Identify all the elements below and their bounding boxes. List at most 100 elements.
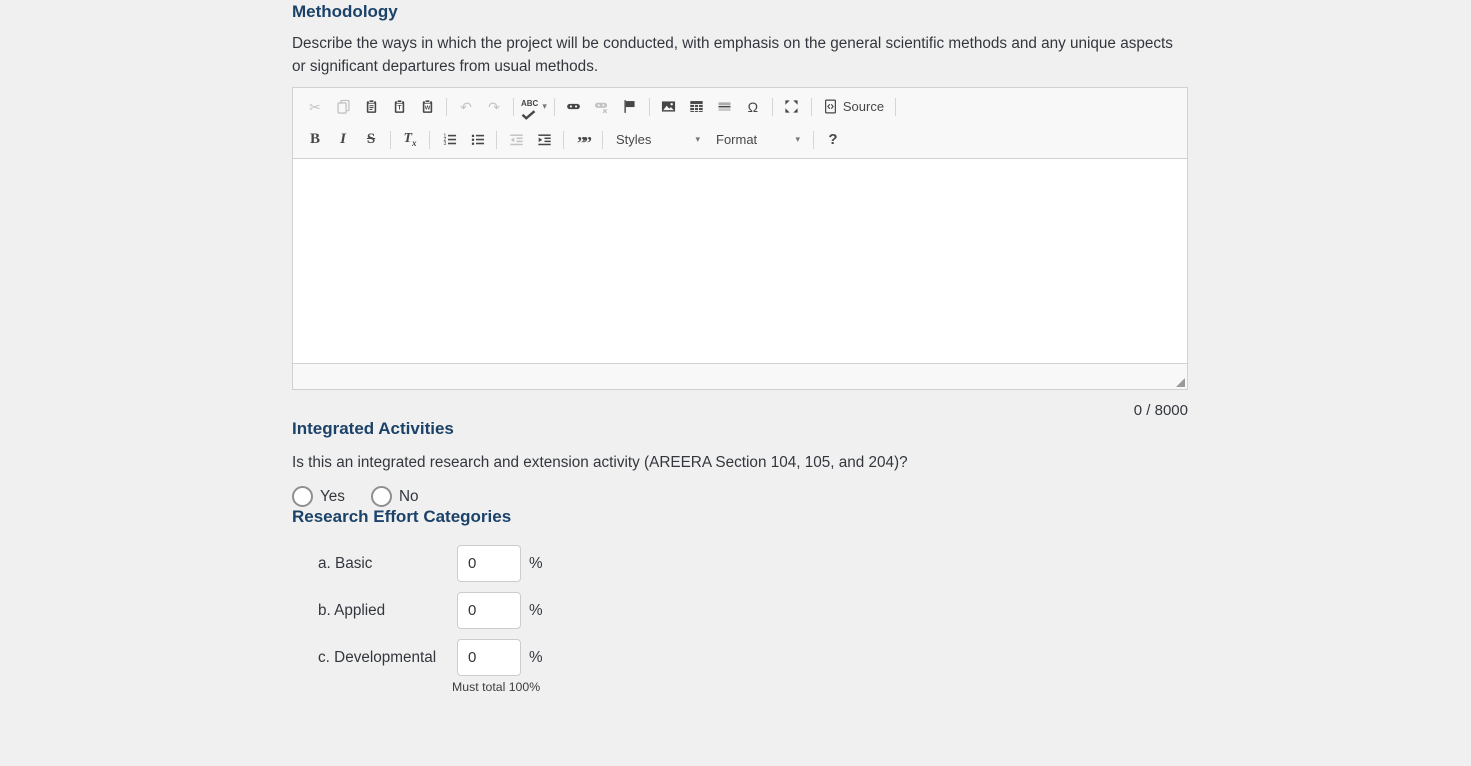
format-dropdown[interactable]: Format ▾ <box>710 128 806 152</box>
toolbar-separator <box>563 130 564 149</box>
decrease-indent-button <box>504 128 528 152</box>
chevron-down-icon: ▾ <box>695 134 700 144</box>
horizontal-line-icon <box>717 99 732 114</box>
about-button[interactable]: ? <box>821 128 845 152</box>
increase-indent-button[interactable] <box>532 128 556 152</box>
paste-button[interactable] <box>359 95 383 119</box>
copy-icon <box>336 99 351 114</box>
integrated-activities-heading: Integrated Activities <box>292 419 454 438</box>
table-button[interactable] <box>685 95 709 119</box>
editor-toolbar: ✂ T W ↶ ↷ ABC ▾ Ω Source B I S Tx 1 2 3 ”” Styles ▾ Format… <box>293 88 1187 159</box>
effort-label: c. Developmental <box>318 648 437 666</box>
integrated-activities-radio-group: Yes No <box>292 486 1188 507</box>
undo-button: ↶ <box>454 95 478 119</box>
integrated-activities-question: Is this an integrated research and exten… <box>292 454 908 471</box>
paste-icon <box>364 99 379 114</box>
table-icon <box>689 99 704 114</box>
applied-percent-input[interactable] <box>457 592 521 629</box>
increase-indent-icon <box>537 132 552 147</box>
redo-button: ↷ <box>482 95 506 119</box>
basic-percent-input[interactable] <box>457 545 521 582</box>
toolbar-row-2: B I S Tx 1 2 3 ”” Styles ▾ Format ▾? <box>293 123 1187 156</box>
cut-button: ✂ <box>303 95 327 119</box>
methodology-description: Describe the ways in which the project w… <box>292 35 1173 75</box>
editor-resize-handle[interactable] <box>1176 378 1185 387</box>
effort-row-basic: a. Basic% <box>292 545 1188 582</box>
percent-sign: % <box>529 554 543 572</box>
about-icon: ? <box>828 131 838 148</box>
styles-dropdown[interactable]: Styles ▾ <box>610 128 706 152</box>
radio-option-no[interactable]: No <box>370 486 419 507</box>
horizontal-line-button[interactable] <box>713 95 737 119</box>
form-content: Methodology Describe the ways in which t… <box>292 2 1188 694</box>
special-character-button[interactable]: Ω <box>741 95 765 119</box>
effort-label: b. Applied <box>318 601 386 619</box>
anchor-button[interactable] <box>618 95 642 119</box>
blockquote-button[interactable]: ”” <box>571 128 595 152</box>
toolbar-separator <box>602 130 603 149</box>
chevron-down-icon: ▾ <box>795 134 800 144</box>
toolbar-separator <box>496 130 497 149</box>
toolbar-separator <box>390 130 391 149</box>
paste-plain-text-button[interactable]: T <box>387 95 411 119</box>
toolbar-separator <box>648 97 650 116</box>
copy-button <box>331 95 355 119</box>
radio-circle-icon[interactable] <box>292 486 313 507</box>
radio-option-yes[interactable]: Yes <box>292 486 345 507</box>
special-character-icon: Ω <box>747 98 759 115</box>
remove-format-icon: Tx <box>403 130 417 148</box>
redo-icon: ↷ <box>488 98 500 115</box>
toolbar-separator <box>813 130 814 149</box>
image-icon <box>661 99 676 114</box>
unlink-button <box>590 95 614 119</box>
link-button[interactable] <box>562 95 586 119</box>
chevron-down-icon: ▾ <box>542 101 547 111</box>
bold-button[interactable]: B <box>303 128 327 152</box>
toolbar-separator <box>513 97 514 116</box>
toolbar-separator <box>771 97 773 116</box>
effort-label: a. Basic <box>318 554 373 572</box>
unlink-icon <box>594 99 609 114</box>
editor-content-area[interactable] <box>293 159 1187 363</box>
spellcheck-abc-icon: ABC <box>521 100 538 120</box>
remove-format-button[interactable]: Tx <box>398 128 422 152</box>
toolbar-separator <box>446 97 447 116</box>
paste-from-word-icon: W <box>420 99 435 114</box>
radio-circle-icon[interactable] <box>370 486 392 507</box>
strikethrough-icon: S <box>366 131 376 147</box>
strikethrough-button[interactable]: S <box>359 128 383 152</box>
maximize-button[interactable] <box>780 95 804 119</box>
toolbar-separator <box>810 97 812 116</box>
editor-status-bar <box>293 363 1187 389</box>
toolbar-separator <box>429 130 430 149</box>
research-effort-heading: Research Effort Categories <box>292 507 512 526</box>
must-total-note: Must total 100% <box>452 680 541 694</box>
maximize-icon <box>784 99 799 114</box>
char-counter: 0 / 8000 <box>1133 402 1188 419</box>
toolbar-separator <box>553 97 555 116</box>
source-button[interactable]: Source <box>819 95 888 119</box>
developmental-percent-input[interactable] <box>457 639 521 676</box>
rich-text-editor: ✂ T W ↶ ↷ ABC ▾ Ω Source B I S Tx 1 2 3 ”” Styles ▾ Format… <box>292 87 1188 390</box>
decrease-indent-icon <box>509 132 524 147</box>
bold-icon: B <box>309 131 320 147</box>
numbered-list-button[interactable]: 123 <box>437 128 461 152</box>
radio-label: Yes <box>320 487 345 505</box>
spell-check-button[interactable]: ABC ▾ <box>521 95 547 120</box>
undo-icon: ↶ <box>460 98 472 115</box>
italic-icon: I <box>340 131 346 147</box>
italic-button[interactable]: I <box>331 128 355 152</box>
toolbar-row-1: ✂ T W ↶ ↷ ABC ▾ Ω Source <box>293 90 1187 123</box>
image-button[interactable] <box>657 95 681 119</box>
bulleted-list-button[interactable] <box>465 128 489 152</box>
anchor-icon <box>622 99 637 114</box>
source-icon <box>823 99 838 114</box>
numbered-list-icon: 123 <box>442 132 457 147</box>
paste-from-word-button[interactable]: W <box>415 95 439 119</box>
radio-label: No <box>398 487 419 505</box>
percent-sign: % <box>529 601 543 619</box>
methodology-heading: Methodology <box>292 2 398 21</box>
paste-plain-text-icon: T <box>392 99 407 114</box>
svg-text:W: W <box>424 105 430 111</box>
effort-row-applied: b. Applied% <box>292 592 1188 629</box>
